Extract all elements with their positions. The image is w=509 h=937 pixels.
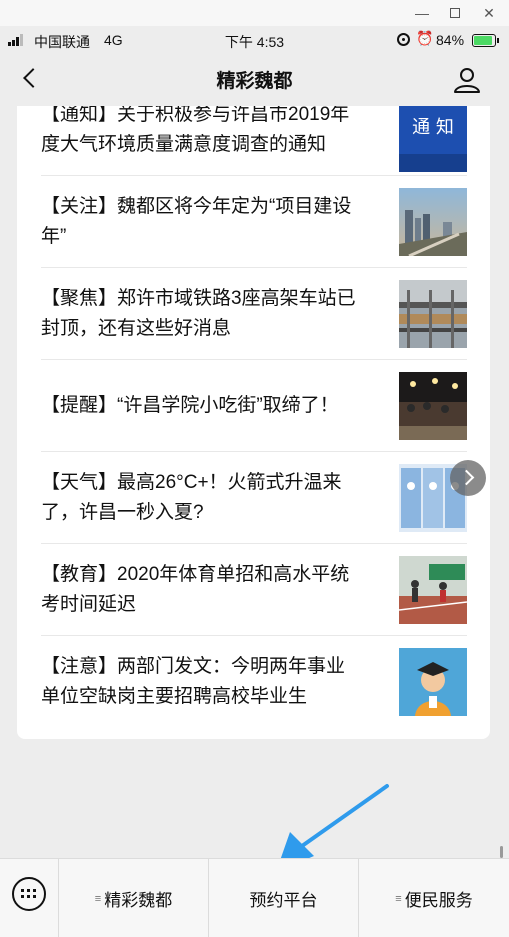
submenu-icon: ≡ bbox=[94, 892, 102, 905]
rotation-lock-icon bbox=[397, 33, 410, 46]
article-title[interactable]: 【提醒】“许昌学院小吃街”取缔了！ bbox=[41, 360, 361, 452]
article-thumbnail bbox=[399, 280, 467, 348]
article-list-card: 【通知】关于积极参与许昌市2019年度大气环境质量满意度调查的通知 通 知 【关… bbox=[17, 106, 490, 739]
keyboard-toggle-icon[interactable] bbox=[12, 877, 46, 911]
article-thumbnail bbox=[399, 188, 467, 258]
article-title[interactable]: 【教育】2020年体育单招和高水平统考时间延迟 bbox=[41, 544, 361, 636]
maximize-icon[interactable] bbox=[444, 2, 466, 24]
window-titlebar: — ✕ bbox=[0, 0, 509, 26]
menu-item-yuyue-pingtai[interactable]: 预约平台 bbox=[208, 859, 358, 937]
submenu-icon: ≡ bbox=[395, 892, 402, 905]
article-title[interactable]: 【聚焦】郑许市域铁路3座高架车站已封顶，还有这些好消息 bbox=[41, 268, 361, 360]
article-item[interactable]: 【关注】魏都区将今年定为“项目建设年” bbox=[41, 176, 467, 268]
article-item[interactable]: 【注意】两部门发文：今明两年事业单位空缺岗主要招聘高校毕业生 bbox=[41, 636, 467, 728]
article-item[interactable]: 【通知】关于积极参与许昌市2019年度大气环境质量满意度调查的通知 通 知 bbox=[41, 106, 467, 176]
close-icon[interactable]: ✕ bbox=[478, 2, 500, 24]
article-item[interactable]: 【教育】2020年体育单招和高水平统考时间延迟 bbox=[41, 544, 468, 636]
article-title[interactable]: 【关注】魏都区将今年定为“项目建设年” bbox=[41, 176, 361, 268]
menu-item-label: 预约平台 bbox=[249, 891, 318, 910]
page-title: 精彩魏都 bbox=[216, 71, 293, 92]
article-thumbnail: 通 知 bbox=[399, 106, 467, 172]
minimize-icon[interactable]: — bbox=[411, 2, 433, 24]
article-item[interactable]: 【天气】最高26°C+！火箭式升温来了，许昌一秒入夏? bbox=[41, 452, 467, 544]
battery-percent: 84% bbox=[436, 32, 465, 48]
scrollbar-thumb[interactable] bbox=[500, 846, 503, 858]
article-title[interactable]: 【天气】最高26°C+！火箭式升温来了，许昌一秒入夏? bbox=[41, 452, 361, 544]
menu-item-bianmin-fuwu[interactable]: ≡ 便民服务 bbox=[358, 859, 509, 937]
status-bar: 中国联通 4G 下午 4:53 ⏰ 84% bbox=[0, 26, 509, 54]
notice-thumb-text: 通 知 bbox=[412, 117, 454, 138]
next-arrow-button[interactable] bbox=[450, 460, 486, 496]
back-icon[interactable] bbox=[18, 66, 44, 92]
article-thumbnail bbox=[398, 556, 468, 624]
menu-item-label: 便民服务 bbox=[404, 891, 473, 910]
menu-item-label: 精彩魏都 bbox=[104, 891, 173, 910]
article-item[interactable]: 【提醒】“许昌学院小吃街”取缔了！ bbox=[41, 360, 467, 452]
menu-item-jingcai-weidu[interactable]: ≡ 精彩魏都 bbox=[58, 859, 208, 937]
article-item[interactable]: 【聚焦】郑许市域铁路3座高架车站已封顶，还有这些好消息 bbox=[41, 268, 467, 360]
article-title[interactable]: 【注意】两部门发文：今明两年事业单位空缺岗主要招聘高校毕业生 bbox=[41, 636, 361, 728]
article-thumbnail bbox=[399, 648, 467, 716]
nav-bar: 精彩魏都 bbox=[0, 54, 509, 106]
bottom-menu-bar: ≡ 精彩魏都 预约平台 ≡ 便民服务 bbox=[0, 858, 509, 937]
article-title[interactable]: 【通知】关于积极参与许昌市2019年度大气环境质量满意度调查的通知 bbox=[41, 106, 361, 176]
alarm-icon: ⏰ bbox=[416, 30, 434, 46]
article-thumbnail bbox=[399, 372, 467, 440]
profile-icon[interactable] bbox=[452, 66, 482, 94]
battery-icon bbox=[472, 34, 499, 47]
